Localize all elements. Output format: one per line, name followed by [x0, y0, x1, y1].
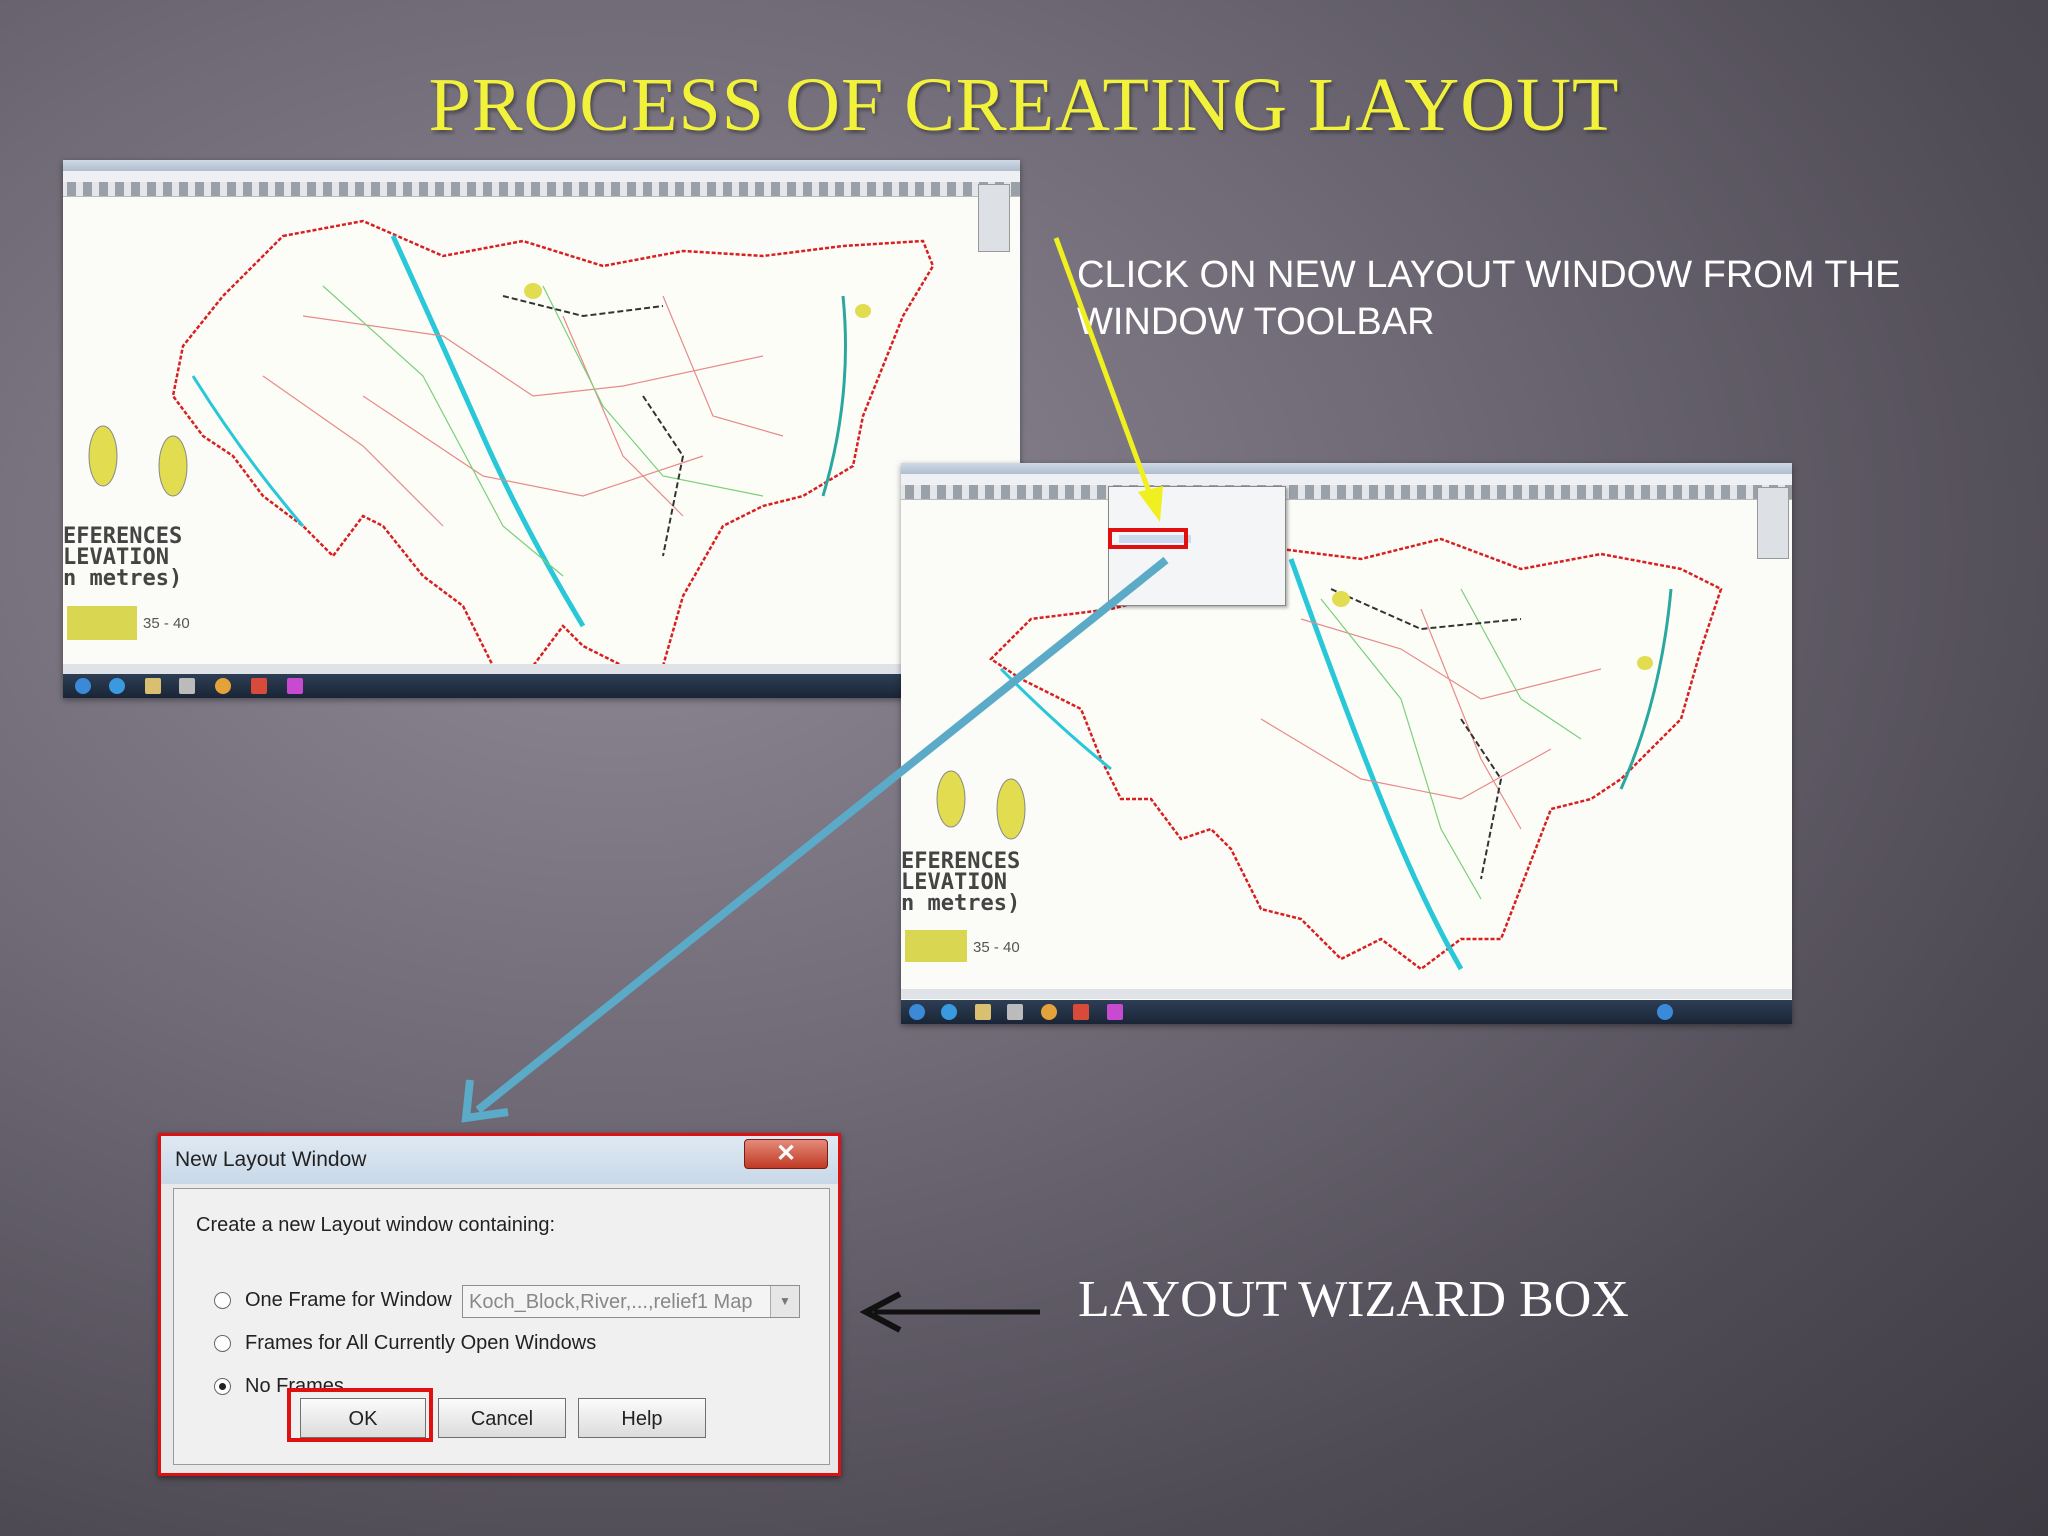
screenshot-map-window: EFERENCES LEVATION n metres) 35 - 40 [63, 160, 1020, 698]
chrome-icon [1041, 1004, 1057, 1020]
dialog-titlebar: New Layout Window ✕ [161, 1136, 838, 1184]
app-menubar [63, 171, 1020, 182]
legend-line: LEVATION [901, 870, 1007, 895]
district-map [936, 537, 1723, 971]
legend-line: LEVATION [63, 545, 169, 570]
taskbar [901, 1000, 1792, 1024]
status-strip [63, 664, 1020, 674]
folder-icon [975, 1004, 991, 1020]
radio-button-selected[interactable] [214, 1378, 231, 1395]
radio-button[interactable] [214, 1335, 231, 1352]
help-icon [1657, 1004, 1673, 1020]
close-button[interactable]: ✕ [744, 1139, 828, 1169]
legend-swatch [905, 930, 967, 962]
legend-range: 35 - 40 [973, 939, 1020, 956]
radio-all-frames[interactable]: Frames for All Currently Open Windows [214, 1332, 596, 1355]
map-legend: EFERENCES LEVATION n metres) [901, 849, 1021, 916]
radio-button[interactable] [214, 1292, 231, 1309]
cancel-button[interactable]: Cancel [438, 1398, 566, 1438]
app-icon [287, 678, 303, 694]
chrome-icon [215, 678, 231, 694]
slide-title: PROCESS OF CREATING LAYOUT [428, 63, 1620, 147]
legend-range: 35 - 40 [143, 615, 190, 632]
radio-label: One Frame for Window [245, 1289, 452, 1311]
legend-line: n metres) [63, 566, 183, 591]
app-titlebar [901, 463, 1792, 474]
browser-icon [941, 1004, 957, 1020]
legend-swatch [67, 606, 137, 640]
taskbar [63, 674, 1020, 698]
map-legend: EFERENCES LEVATION n metres) [63, 524, 183, 591]
new-layout-window-dialog: New Layout Window ✕ Create a new Layout … [158, 1133, 841, 1476]
browser-icon [109, 678, 125, 694]
app-titlebar [63, 160, 1020, 171]
legend-line: n metres) [901, 891, 1021, 916]
dialog-prompt: Create a new Layout window containing: [196, 1214, 556, 1236]
window-select[interactable]: Koch_Block,River,...,relief1 Map ▼ [462, 1285, 800, 1318]
help-button[interactable]: Help [578, 1398, 706, 1438]
window-select-value: Koch_Block,River,...,relief1 Map [469, 1291, 753, 1313]
highlight-ok-button [287, 1388, 433, 1442]
office-icon [251, 678, 267, 694]
highlight-new-layout-window [1108, 528, 1188, 549]
app-menubar [901, 474, 1792, 485]
district-map [88, 219, 935, 666]
black-arrow [859, 1291, 1040, 1333]
legend-line: EFERENCES [63, 524, 183, 549]
media-icon [179, 678, 195, 694]
chevron-down-icon[interactable]: ▼ [770, 1286, 799, 1317]
app-toolbar [63, 182, 1020, 197]
tool-panel [978, 184, 1010, 252]
status-strip [901, 989, 1792, 999]
tool-panel [1757, 487, 1789, 559]
instruction-text: CLICK ON NEW LAYOUT WINDOW FROM THE WIND… [1077, 254, 1901, 343]
screenshot-window-menu: EFERENCES LEVATION n metres) 35 - 40 [901, 463, 1792, 1024]
radio-one-frame[interactable]: One Frame for Window [214, 1289, 452, 1312]
app-toolbar [901, 485, 1792, 500]
folder-icon [145, 678, 161, 694]
start-icon [909, 1004, 925, 1020]
dialog-title: New Layout Window [175, 1148, 367, 1171]
legend-line: EFERENCES [901, 849, 1021, 874]
app-icon [1107, 1004, 1123, 1020]
office-icon [1073, 1004, 1089, 1020]
dialog-body: Create a new Layout window containing: O… [173, 1188, 830, 1465]
wizard-label: LAYOUT WIZARD BOX [1078, 1271, 1629, 1328]
start-icon [75, 678, 91, 694]
radio-label: Frames for All Currently Open Windows [245, 1332, 597, 1354]
media-icon [1007, 1004, 1023, 1020]
